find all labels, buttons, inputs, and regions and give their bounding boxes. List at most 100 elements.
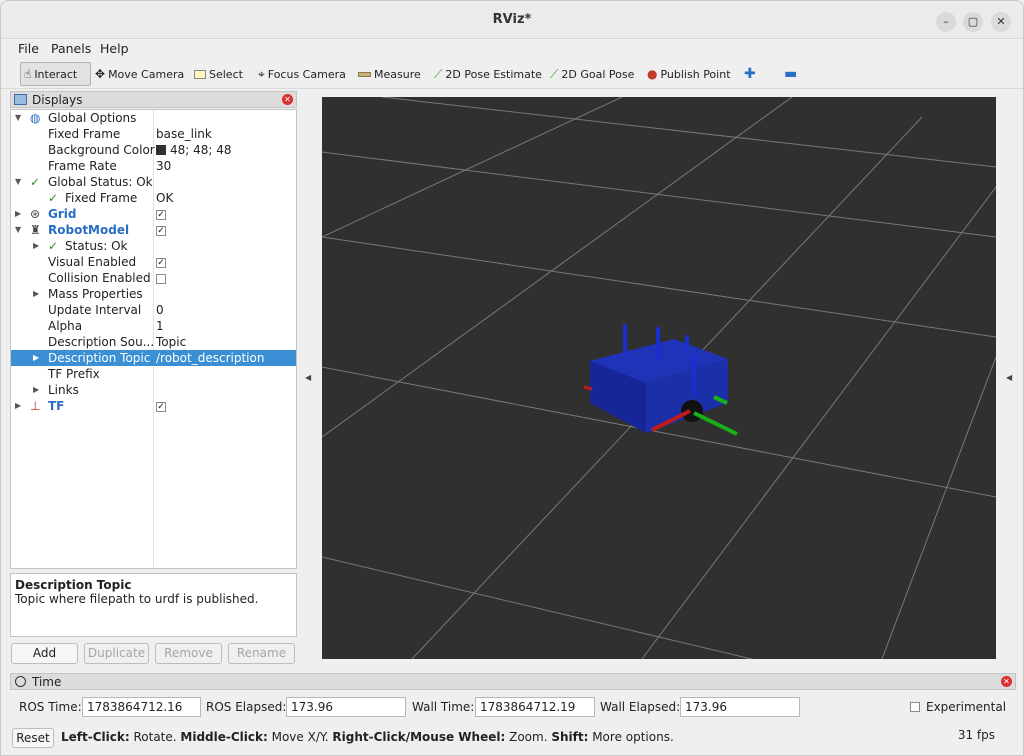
experimental-label: Experimental <box>926 700 1007 714</box>
tf-enabled-checkbox[interactable]: ✓ <box>156 401 166 412</box>
select-rect-icon <box>194 69 206 79</box>
grid-icon: ⊛ <box>30 207 41 221</box>
robot-icon: ♜ <box>30 223 41 237</box>
select-tool[interactable]: Select <box>194 62 243 86</box>
toolbar: ☝ Interact ✥ Move Camera Select ⌖ Focus Cam… <box>1 59 1023 89</box>
tree-row-background-color[interactable]: Background Color 48; 48; 48 <box>11 142 296 158</box>
publish-point-tool[interactable]: ● Publish Point <box>647 62 731 86</box>
tree-row-fixed-frame-status[interactable]: ✓ Fixed Frame OK <box>11 190 296 206</box>
3d-scene[interactable] <box>322 97 996 659</box>
collapse-arrow-icon[interactable]: ▶ <box>33 350 39 366</box>
menu-panels[interactable]: Panels <box>51 41 91 56</box>
property-description: Description Topic Topic where filepath t… <box>10 573 297 637</box>
maximize-button[interactable]: ▢ <box>963 12 983 32</box>
tree-row-description-topic[interactable]: ▶ Description Topic /robot_description <box>11 350 296 366</box>
close-button[interactable]: ✕ <box>991 12 1011 32</box>
tree-row-robot-model[interactable]: ▼ ♜ RobotModel ✓ <box>11 222 296 238</box>
hand-icon: ☝ <box>24 67 32 81</box>
collision-enabled-checkbox[interactable] <box>156 273 166 284</box>
menu-bar: File Panels Help <box>1 39 1023 59</box>
ruler-icon <box>358 71 371 77</box>
tree-row-alpha[interactable]: Alpha 1 <box>11 318 296 334</box>
grid-enabled-checkbox[interactable]: ✓ <box>156 209 166 220</box>
plus-icon: ✚ <box>744 66 756 82</box>
close-panel-icon[interactable]: ✕ <box>282 94 293 105</box>
minimize-button[interactable]: – <box>936 12 956 32</box>
move-camera-tool[interactable]: ✥ Move Camera <box>95 62 184 86</box>
collapse-left-handle[interactable]: ◀ <box>305 373 311 382</box>
minus-icon: ▬ <box>784 66 798 82</box>
collapse-arrow-icon[interactable]: ▶ <box>33 382 39 398</box>
description-body: Topic where filepath to urdf is publishe… <box>15 592 259 606</box>
tree-row-update-interval[interactable]: Update Interval 0 <box>11 302 296 318</box>
tree-row-tf[interactable]: ▶ ⊥ TF ✓ <box>11 398 296 414</box>
check-icon: ✓ <box>30 175 41 189</box>
wall-elapsed-field[interactable]: 173.96 <box>680 697 800 717</box>
interact-tool[interactable]: ☝ Interact <box>20 62 91 86</box>
menu-file[interactable]: File <box>18 41 39 56</box>
expand-arrow-icon[interactable]: ▼ <box>15 110 21 126</box>
tree-row-status[interactable]: ▶ ✓ Status: Ok <box>11 238 296 254</box>
axes-icon: ⊥ <box>30 399 41 413</box>
menu-help[interactable]: Help <box>100 41 129 56</box>
robot-model-enabled-checkbox[interactable]: ✓ <box>156 225 166 236</box>
add-button[interactable]: Add <box>11 643 78 664</box>
pose-estimate-tool[interactable]: ⟋ 2D Pose Estimate <box>434 62 542 86</box>
3d-viewport[interactable] <box>322 97 996 659</box>
expand-arrow-icon[interactable]: ▼ <box>15 174 21 190</box>
fps-counter: 31 fps <box>957 728 995 742</box>
ros-elapsed-field[interactable]: 173.96 <box>286 697 406 717</box>
time-fields: ROS Time: 1783864712.16 ROS Elapsed: 173… <box>1 695 1023 719</box>
tree-row-global-status[interactable]: ▼ ✓ Global Status: Ok <box>11 174 296 190</box>
map-pin-icon: ● <box>647 67 658 81</box>
status-bar: Reset Left-Click: Rotate. Middle-Click: … <box>1 725 1023 749</box>
collapse-arrow-icon[interactable]: ▶ <box>15 398 21 414</box>
collapse-right-handle[interactable]: ◀ <box>1006 373 1012 382</box>
time-panel-title: Time ✕ <box>10 673 1016 690</box>
check-icon: ✓ <box>48 191 59 205</box>
tree-row-mass-properties[interactable]: ▶ Mass Properties <box>11 286 296 302</box>
goal-pose-tool[interactable]: ⟋ 2D Goal Pose <box>550 62 634 86</box>
reset-button[interactable]: Reset <box>12 728 54 748</box>
green-arrow-icon: ⟋ <box>434 66 443 81</box>
tree-row-visual-enabled[interactable]: Visual Enabled ✓ <box>11 254 296 270</box>
tree-row-links[interactable]: ▶ Links <box>11 382 296 398</box>
color-swatch <box>156 145 166 155</box>
title-bar: RViz* – ▢ ✕ <box>1 1 1023 39</box>
crosshair-icon: ⌖ <box>258 66 265 81</box>
remove-tool-button[interactable]: ▬ <box>784 62 797 86</box>
duplicate-button[interactable]: Duplicate <box>84 643 149 664</box>
description-title: Description Topic <box>15 578 132 592</box>
collapse-arrow-icon[interactable]: ▶ <box>33 238 39 254</box>
monitor-icon <box>14 94 27 105</box>
collapse-arrow-icon[interactable]: ▶ <box>15 206 21 222</box>
wall-time-field[interactable]: 1783864712.19 <box>475 697 595 717</box>
collapse-arrow-icon[interactable]: ▶ <box>33 286 39 302</box>
tree-row-description-source[interactable]: Description Sou... Topic <box>11 334 296 350</box>
visual-enabled-checkbox[interactable]: ✓ <box>156 257 166 268</box>
clock-icon <box>15 676 26 687</box>
tree-row-frame-rate[interactable]: Frame Rate 30 <box>11 158 296 174</box>
robot-model <box>583 324 738 436</box>
tree-row-tf-prefix[interactable]: TF Prefix <box>11 366 296 382</box>
add-tool-button[interactable]: ✚ <box>744 62 756 86</box>
tree-row-collision-enabled[interactable]: Collision Enabled <box>11 270 296 286</box>
focus-camera-tool[interactable]: ⌖ Focus Camera <box>258 62 346 86</box>
window-title: RViz* <box>492 12 532 27</box>
green-arrow-icon: ⟋ <box>550 66 559 81</box>
experimental-checkbox[interactable] <box>910 702 920 712</box>
displays-panel-title: Displays ✕ <box>10 91 297 108</box>
expand-arrow-icon[interactable]: ▼ <box>15 222 21 238</box>
tree-row-fixed-frame[interactable]: Fixed Frame base_link <box>11 126 296 142</box>
tree-row-global-options[interactable]: ▼ ◍ Global Options <box>11 110 296 126</box>
ros-time-field[interactable]: 1783864712.16 <box>82 697 201 717</box>
tree-row-grid[interactable]: ▶ ⊛ Grid ✓ <box>11 206 296 222</box>
globe-icon: ◍ <box>30 111 41 125</box>
close-panel-icon[interactable]: ✕ <box>1001 676 1012 687</box>
rviz-window: RViz* – ▢ ✕ File Panels Help ☝ Interact ✥… <box>0 0 1024 756</box>
remove-button[interactable]: Remove <box>155 643 222 664</box>
status-message: Left-Click: Rotate. Middle-Click: Move X… <box>61 730 674 744</box>
measure-tool[interactable]: Measure <box>358 62 421 86</box>
rename-button[interactable]: Rename <box>228 643 295 664</box>
move-arrows-icon: ✥ <box>95 67 106 81</box>
